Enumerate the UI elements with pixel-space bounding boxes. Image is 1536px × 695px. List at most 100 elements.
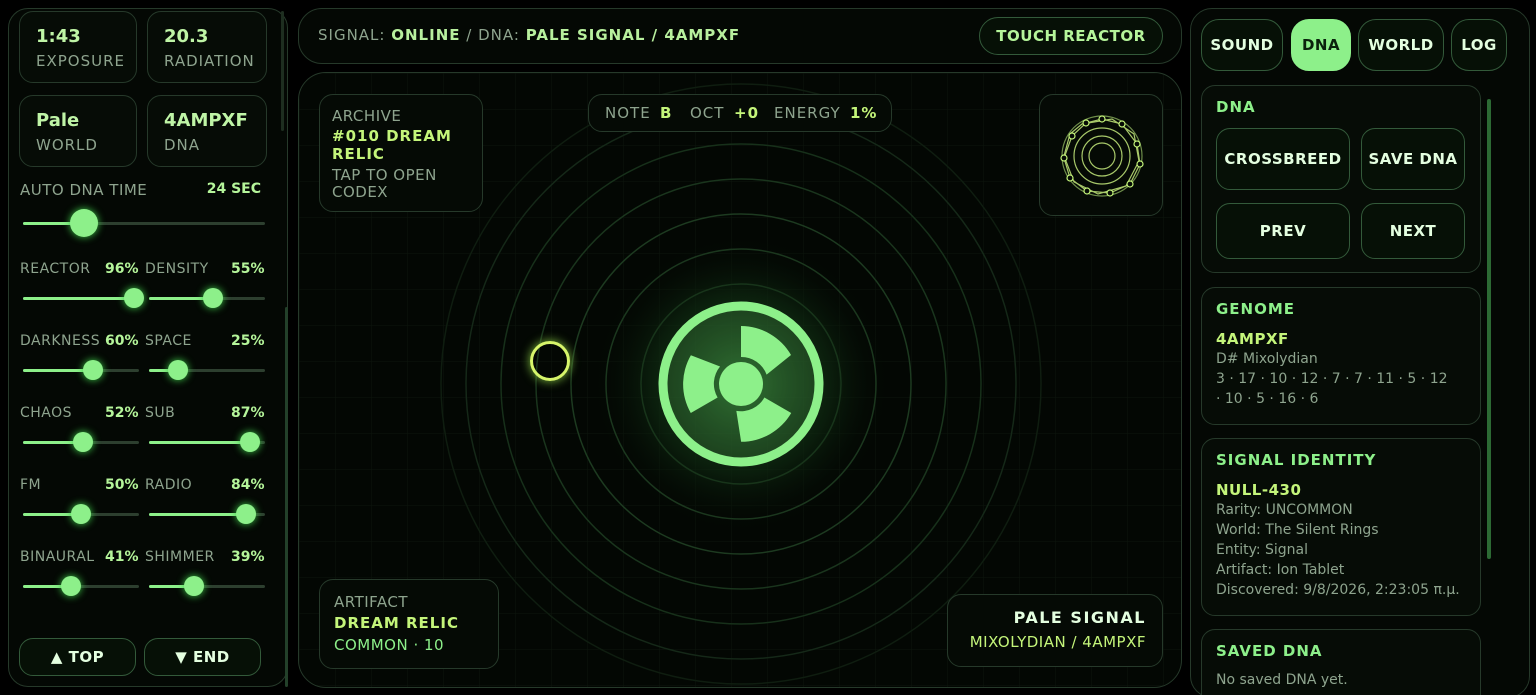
- signal-identity-rarity: Rarity: UNCOMMON: [1216, 502, 1353, 518]
- artifact-card[interactable]: ARTIFACT DREAM RELIC COMMON · 10: [319, 579, 499, 669]
- tab-dna[interactable]: DNA: [1291, 19, 1351, 71]
- chaos-value: 52%: [105, 405, 139, 421]
- dna-caption: DNA: [164, 136, 201, 154]
- reactor-label: REACTOR: [20, 261, 91, 277]
- reactor-slider-thumb[interactable]: [124, 288, 145, 308]
- fm-slider-thumb[interactable]: [71, 504, 91, 524]
- space-value: 25%: [231, 333, 265, 349]
- note-label: NOTE: [605, 104, 651, 122]
- auto-dna-slider[interactable]: [23, 209, 265, 237]
- radio-slider[interactable]: [149, 504, 265, 524]
- radio-label: RADIO: [145, 477, 193, 493]
- note-value: B: [660, 104, 673, 122]
- reactor-slider[interactable]: [23, 288, 145, 308]
- reactor-slider-fill: [23, 297, 135, 300]
- genome-scale: D# Mixolydian: [1216, 351, 1318, 367]
- dna-value: 4AMPXF: [164, 110, 248, 131]
- save-dna-button[interactable]: SAVE DNA: [1361, 128, 1465, 190]
- saved-dna-title: SAVED DNA: [1216, 642, 1323, 660]
- tab-log[interactable]: LOG: [1451, 19, 1507, 71]
- darkness-slider-thumb[interactable]: [82, 360, 103, 380]
- dna-label: DNA:: [478, 26, 520, 44]
- tab-sound[interactable]: SOUND: [1201, 19, 1283, 71]
- scroll-end-button[interactable]: ▼ END: [144, 638, 261, 676]
- archive-hint: TAP TO OPEN CODEX: [332, 166, 437, 201]
- density-slider[interactable]: [149, 288, 265, 308]
- auto-dna-label: AUTO DNA TIME: [20, 181, 148, 199]
- radio-slider-fill: [149, 513, 247, 516]
- artifact-label: ARTIFACT: [334, 593, 409, 611]
- signal-identity-entity: Entity: Signal: [1216, 542, 1309, 558]
- scroll-top-button[interactable]: ▲ TOP: [19, 638, 136, 676]
- prev-button[interactable]: PREV: [1216, 203, 1350, 259]
- sub-slider-fill: [149, 441, 250, 444]
- archive-card[interactable]: ARCHIVE #010 DREAM RELIC TAP TO OPEN COD…: [319, 94, 483, 212]
- binaural-slider[interactable]: [23, 576, 139, 596]
- space-slider-thumb[interactable]: [168, 360, 188, 380]
- world-caption: WORLD: [36, 136, 98, 154]
- fm-value: 50%: [105, 477, 139, 493]
- signal-identity-title: SIGNAL IDENTITY: [1216, 451, 1377, 469]
- shimmer-value: 39%: [231, 549, 265, 565]
- shimmer-slider-thumb[interactable]: [184, 576, 205, 596]
- auto-dna-value: 24 SEC: [206, 181, 261, 197]
- reactor-value: 96%: [105, 261, 139, 277]
- shimmer-label: SHIMMER: [145, 549, 215, 565]
- world-stat: Pale WORLD: [19, 95, 137, 167]
- touch-reactor-button[interactable]: TOUCH REACTOR: [979, 17, 1163, 55]
- radiation-caption: RADIATION: [164, 52, 255, 70]
- genome-sequence-2: · 10 · 5 · 16 · 6: [1216, 391, 1319, 407]
- sub-value: 87%: [231, 405, 265, 421]
- genome-code: 4AMPXF: [1216, 330, 1289, 348]
- chaos-slider[interactable]: [23, 432, 139, 452]
- sub-slider-thumb[interactable]: [239, 432, 260, 452]
- genome-sequence-1: 3 · 17 · 10 · 12 · 7 · 7 · 11 · 5 · 12: [1216, 371, 1448, 387]
- genome-card: GENOME 4AMPXF D# Mixolydian 3 · 17 · 10 …: [1201, 287, 1481, 425]
- radio-slider-thumb[interactable]: [236, 504, 257, 524]
- chaos-slider-thumb[interactable]: [73, 432, 94, 452]
- density-label: DENSITY: [145, 261, 209, 277]
- signal-status: SIGNAL: ONLINE / DNA: PALE SIGNAL / 4AMP…: [318, 26, 740, 44]
- auto-dna-thumb[interactable]: [69, 209, 98, 237]
- radiation-value: 20.3: [164, 26, 209, 47]
- dna-stat: 4AMPXF DNA: [147, 95, 267, 167]
- darkness-slider[interactable]: [23, 360, 139, 380]
- binaural-slider-thumb[interactable]: [60, 576, 81, 596]
- fm-slider[interactable]: [23, 504, 139, 524]
- radiation-stat: 20.3 RADIATION: [147, 11, 267, 83]
- binaural-label: BINAURAL: [20, 549, 95, 565]
- oct-value: +0: [734, 104, 760, 122]
- binaural-value: 41%: [105, 549, 139, 565]
- energy-value: 1%: [850, 104, 878, 122]
- chaos-label: CHAOS: [20, 405, 73, 421]
- archive-title: #010 DREAM RELIC: [332, 127, 452, 163]
- right-scrollbar-thumb[interactable]: [1487, 99, 1491, 559]
- space-slider[interactable]: [149, 360, 265, 380]
- header-separator: /: [466, 26, 473, 44]
- dna-section-title: DNA: [1216, 98, 1256, 116]
- shimmer-slider[interactable]: [149, 576, 265, 596]
- sub-slider[interactable]: [149, 432, 265, 452]
- sub-label: SUB: [145, 405, 176, 421]
- left-scrollbar[interactable]: [281, 11, 284, 131]
- note-readout: NOTE B OCT +0 ENERGY 1%: [588, 94, 892, 132]
- sigil-icon: [1060, 115, 1144, 197]
- dna-actions-card: DNA CROSSBREED SAVE DNA PREV NEXT: [1201, 85, 1481, 273]
- artifact-name: DREAM RELIC: [334, 614, 459, 632]
- signal-name-card: PALE SIGNAL MIXOLYDIAN / 4AMPXF: [947, 594, 1163, 667]
- crossbreed-button[interactable]: CROSSBREED: [1216, 128, 1350, 190]
- signal-value: ONLINE: [391, 26, 461, 44]
- radiation-icon[interactable]: [656, 299, 826, 469]
- energy-label: ENERGY: [774, 104, 841, 122]
- darkness-value: 60%: [105, 333, 139, 349]
- density-slider-thumb[interactable]: [202, 288, 223, 308]
- signal-identity-artifact: Artifact: Ion Tablet: [1216, 562, 1345, 578]
- dna-value-header: PALE SIGNAL / 4AMPXF: [525, 26, 741, 44]
- right-panel: SOUND DNA WORLD LOG DNA CROSSBREED SAVE DNA…: [1190, 8, 1530, 695]
- saved-dna-card: SAVED DNA No saved DNA yet.: [1201, 629, 1481, 695]
- tab-world[interactable]: WORLD: [1358, 19, 1444, 71]
- space-label: SPACE: [145, 333, 192, 349]
- next-button[interactable]: NEXT: [1361, 203, 1465, 259]
- archive-label: ARCHIVE: [332, 107, 402, 125]
- sigil-card[interactable]: [1039, 94, 1163, 216]
